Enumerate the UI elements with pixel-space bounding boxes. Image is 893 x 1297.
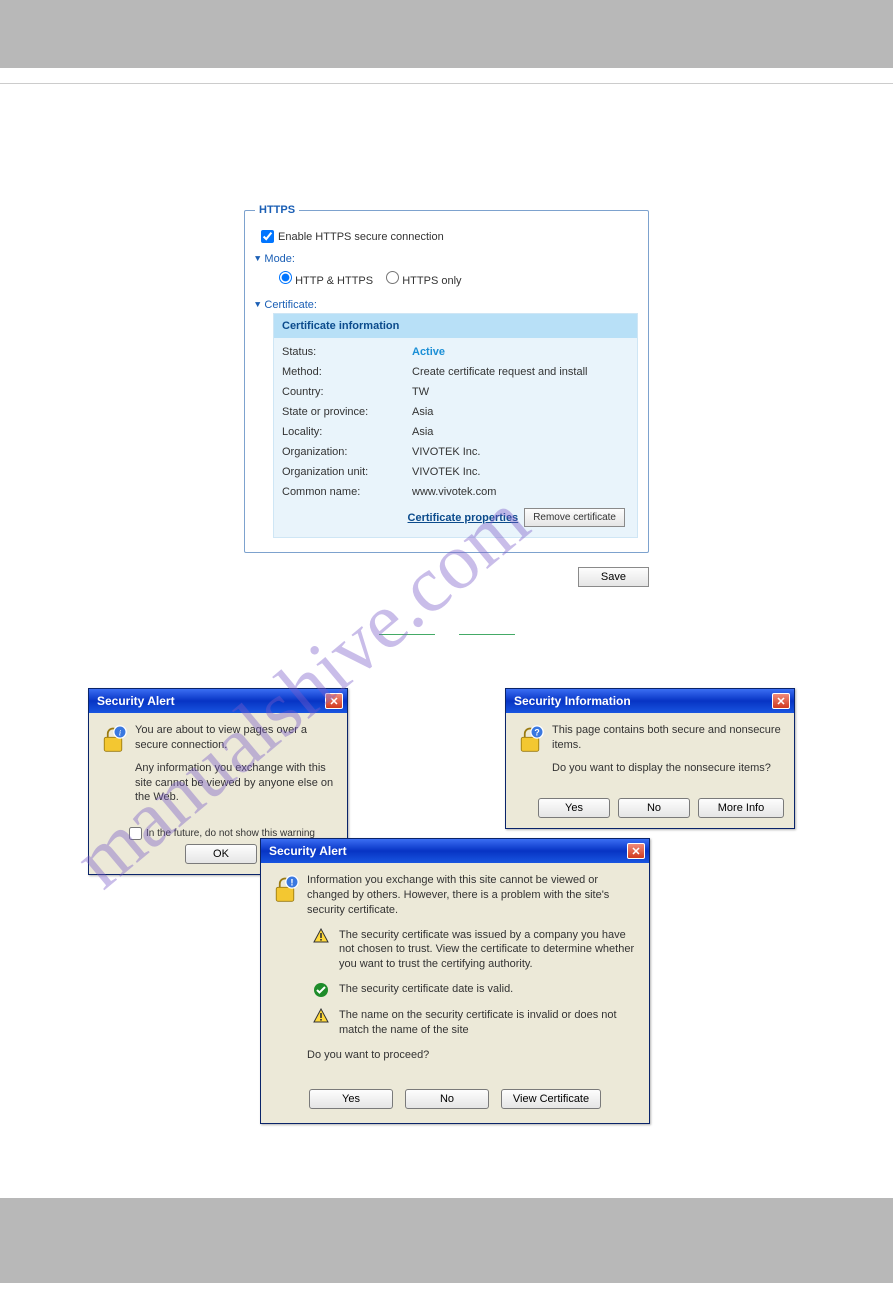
- chevron-down-icon: ▼: [255, 254, 260, 264]
- close-icon[interactable]: ✕: [627, 843, 645, 859]
- dialog2-title: Security Information: [514, 694, 631, 708]
- svg-text:!: !: [290, 878, 293, 889]
- dialog2-moreinfo-button[interactable]: More Info: [698, 798, 784, 818]
- state-value: Asia: [412, 406, 629, 418]
- country-value: TW: [412, 386, 629, 398]
- dialog3-intro: Information you exchange with this site …: [307, 873, 637, 918]
- dialog3-item1: The security certificate was issued by a…: [339, 928, 637, 973]
- https-legend: HTTPS: [255, 204, 299, 216]
- separator: [0, 83, 893, 84]
- dialog1-title: Security Alert: [97, 694, 175, 708]
- close-icon[interactable]: ✕: [772, 693, 790, 709]
- certificate-label: Certificate:: [264, 299, 317, 311]
- locality-label: Locality:: [282, 426, 412, 438]
- dialog3-no-button[interactable]: No: [405, 1089, 489, 1109]
- orgunit-value: VIVOTEK Inc.: [412, 466, 629, 478]
- commonname-label: Common name:: [282, 486, 412, 498]
- org-value: VIVOTEK Inc.: [412, 446, 629, 458]
- security-alert-dialog-2: Security Alert ✕ ! Information you excha…: [260, 838, 650, 1124]
- mode-http-https-option[interactable]: HTTP & HTTPS: [279, 275, 376, 287]
- enable-https-label: Enable HTTPS secure connection: [278, 231, 444, 243]
- warning-icon: [313, 1008, 329, 1024]
- dialog3-viewcert-button[interactable]: View Certificate: [501, 1089, 601, 1109]
- warning-icon: [313, 928, 329, 944]
- method-label: Method:: [282, 366, 412, 378]
- status-value: Active: [412, 346, 629, 358]
- method-value: Create certificate request and install: [412, 366, 629, 378]
- locality-value: Asia: [412, 426, 629, 438]
- security-information-dialog: Security Information ✕ ? This page conta…: [505, 688, 795, 829]
- dialog3-question: Do you want to proceed?: [307, 1048, 637, 1063]
- remove-certificate-button[interactable]: Remove certificate: [524, 508, 625, 527]
- dialog3-title: Security Alert: [269, 844, 347, 858]
- enable-https-checkbox[interactable]: [261, 230, 274, 243]
- mode-section[interactable]: ▼ Mode:: [255, 253, 638, 265]
- dialog2-text2: Do you want to display the nonsecure ite…: [552, 761, 782, 776]
- svg-text:?: ?: [534, 728, 539, 738]
- state-label: State or province:: [282, 406, 412, 418]
- certificate-properties-link[interactable]: Certificate properties: [408, 512, 519, 524]
- dialog1-ok-button[interactable]: OK: [185, 844, 257, 864]
- dialog1-text2: Any information you exchange with this s…: [135, 761, 335, 806]
- mode-https-only-label: HTTPS only: [402, 275, 461, 287]
- mode-label: Mode:: [264, 253, 295, 265]
- mode-http-https-label: HTTP & HTTPS: [295, 275, 373, 287]
- top-band: [0, 0, 893, 68]
- dialog3-item3: The name on the security certificate is …: [339, 1008, 637, 1038]
- save-button[interactable]: Save: [578, 567, 649, 587]
- certificate-info-header: Certificate information: [274, 314, 637, 338]
- org-label: Organization:: [282, 446, 412, 458]
- chevron-down-icon: ▼: [255, 300, 260, 310]
- check-icon: [313, 982, 329, 998]
- mode-https-only-radio[interactable]: [386, 271, 399, 284]
- lock-question-icon: ?: [516, 723, 544, 755]
- mode-http-https-radio[interactable]: [279, 271, 292, 284]
- certificate-section[interactable]: ▼ Certificate:: [255, 299, 638, 311]
- country-label: Country:: [282, 386, 412, 398]
- bottom-band: [0, 1198, 893, 1283]
- dialog2-text1: This page contains both secure and nonse…: [552, 723, 782, 753]
- lock-info-icon: i: [99, 723, 127, 755]
- certificate-info-box: Certificate information Status:Active Me…: [273, 313, 638, 538]
- dialog2-yes-button[interactable]: Yes: [538, 798, 610, 818]
- dialog3-item2: The security certificate date is valid.: [339, 982, 513, 997]
- mode-https-only-option[interactable]: HTTPS only: [386, 275, 461, 287]
- dialog1-text1: You are about to view pages over a secur…: [135, 723, 335, 753]
- status-label: Status:: [282, 346, 412, 358]
- dialog1-dontshow-checkbox[interactable]: [129, 827, 142, 840]
- commonname-value: www.vivotek.com: [412, 486, 629, 498]
- orgunit-label: Organization unit:: [282, 466, 412, 478]
- dialog3-yes-button[interactable]: Yes: [309, 1089, 393, 1109]
- close-icon[interactable]: ✕: [325, 693, 343, 709]
- https-fieldset: HTTPS Enable HTTPS secure connection ▼ M…: [244, 204, 649, 553]
- dialog2-no-button[interactable]: No: [618, 798, 690, 818]
- lock-warning-icon: !: [271, 873, 299, 905]
- hint-links: [60, 627, 833, 638]
